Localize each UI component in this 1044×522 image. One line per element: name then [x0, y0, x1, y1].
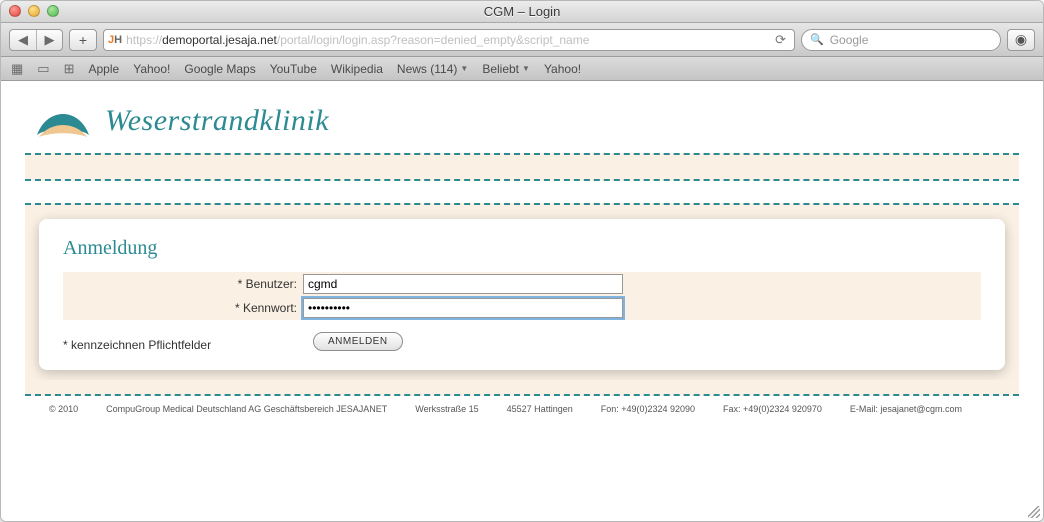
favicon-icon: JH	[108, 34, 122, 46]
page-content: Weserstrandklinik Anmeldung * Benutzer: …	[1, 81, 1043, 521]
required-note: * kennzeichnen Pflichtfelder	[63, 330, 313, 352]
decorative-band-lower	[25, 380, 1019, 396]
spacer	[25, 181, 1019, 203]
bookmark-bar: ▦ ▭ ⊞ Apple Yahoo! Google Maps YouTube W…	[1, 57, 1043, 81]
browser-window: CGM – Login ◀ ▶ + JH https://demoportal.…	[0, 0, 1044, 522]
footer-city: 45527 Hattingen	[507, 404, 573, 414]
top-sites-icon[interactable]: ⊞	[64, 61, 75, 77]
add-bookmark-button[interactable]: +	[69, 29, 97, 51]
chevron-down-icon: ▼	[522, 64, 530, 73]
login-card: Anmeldung * Benutzer: * Kennwort: * kenn…	[39, 219, 1005, 370]
reload-icon[interactable]: ⟳	[771, 32, 790, 48]
bookmark-news[interactable]: News (114) ▼	[397, 62, 468, 76]
traffic-lights	[9, 5, 59, 17]
toolbar: ◀ ▶ + JH https://demoportal.jesaja.net/p…	[1, 23, 1043, 57]
reading-list-icon[interactable]: ▭	[37, 61, 49, 77]
bookmark-youtube[interactable]: YouTube	[270, 62, 317, 76]
footer: © 2010 CompuGroup Medical Deutschland AG…	[25, 396, 1019, 414]
decorative-band	[25, 153, 1019, 181]
header-logo-row: Weserstrandklinik	[25, 81, 1019, 153]
login-heading: Anmeldung	[63, 237, 981, 260]
search-icon: 🔍	[810, 33, 824, 46]
footer-email: E-Mail: jesajanet@cgm.com	[850, 404, 962, 414]
window-title: CGM – Login	[1, 4, 1043, 19]
password-input[interactable]	[303, 298, 623, 318]
back-button[interactable]: ◀	[10, 30, 36, 50]
titlebar: CGM – Login	[1, 1, 1043, 23]
bookmark-google-maps[interactable]: Google Maps	[184, 62, 255, 76]
chevron-down-icon: ▼	[460, 64, 468, 73]
url-bar[interactable]: JH https://demoportal.jesaja.net/portal/…	[103, 29, 795, 51]
user-input[interactable]	[303, 274, 623, 294]
footer-street: Werksstraße 15	[415, 404, 478, 414]
clinic-logo-icon	[33, 99, 93, 143]
user-row: * Benutzer:	[63, 272, 981, 296]
bookmark-wikipedia[interactable]: Wikipedia	[331, 62, 383, 76]
minimize-window-button[interactable]	[28, 5, 40, 17]
footer-company: CompuGroup Medical Deutschland AG Geschä…	[106, 404, 387, 414]
footer-copyright: © 2010	[49, 404, 78, 414]
password-row: * Kennwort:	[63, 296, 981, 320]
close-window-button[interactable]	[9, 5, 21, 17]
search-bar[interactable]: 🔍 Google	[801, 29, 1001, 51]
bookmark-yahoo-2[interactable]: Yahoo!	[544, 62, 581, 76]
show-bookmarks-icon[interactable]: ▦	[11, 61, 23, 77]
bookmark-apple[interactable]: Apple	[89, 62, 120, 76]
url-text: https://demoportal.jesaja.net/portal/log…	[126, 33, 767, 47]
org-name: Weserstrandklinik	[105, 104, 329, 138]
forward-button[interactable]: ▶	[36, 30, 62, 50]
nav-buttons: ◀ ▶	[9, 29, 63, 51]
search-placeholder: Google	[830, 33, 869, 47]
bookmark-yahoo[interactable]: Yahoo!	[133, 62, 170, 76]
toolbar-menu-button[interactable]: ◉	[1007, 29, 1035, 51]
zoom-window-button[interactable]	[47, 5, 59, 17]
login-button[interactable]: ANMELDEN	[313, 332, 403, 351]
footer-phone: Fon: +49(0)2324 92090	[601, 404, 695, 414]
user-label: * Benutzer:	[63, 277, 303, 291]
footer-fax: Fax: +49(0)2324 920970	[723, 404, 822, 414]
password-label: * Kennwort:	[63, 301, 303, 315]
bookmark-beliebt[interactable]: Beliebt ▼	[482, 62, 530, 76]
login-section: Anmeldung * Benutzer: * Kennwort: * kenn…	[25, 203, 1019, 380]
resize-grip-icon[interactable]	[1028, 506, 1040, 518]
